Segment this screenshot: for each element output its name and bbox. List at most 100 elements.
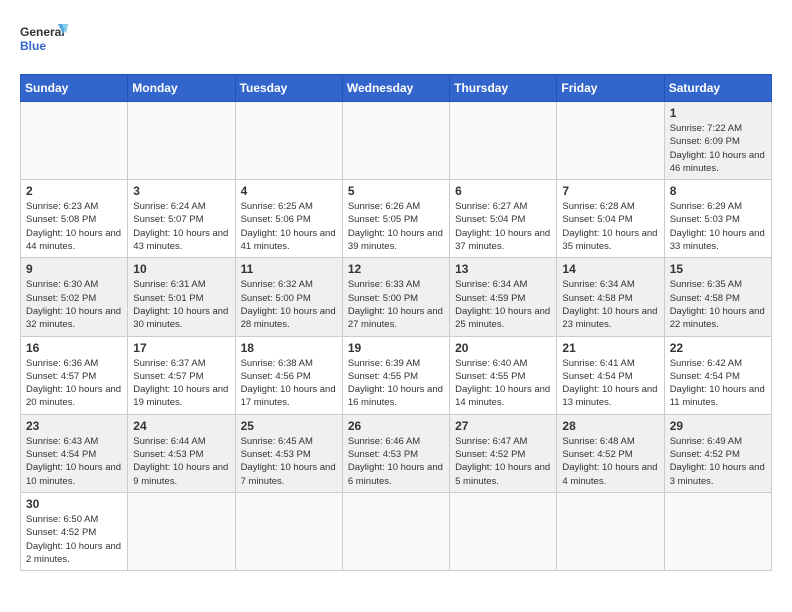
generalblue-logo-icon: General Blue bbox=[20, 20, 70, 64]
day-number: 19 bbox=[348, 341, 444, 355]
weekday-header-row: SundayMondayTuesdayWednesdayThursdayFrid… bbox=[21, 75, 772, 102]
day-number: 15 bbox=[670, 262, 766, 276]
calendar-cell bbox=[450, 492, 557, 570]
day-info: Sunrise: 6:32 AM Sunset: 5:00 PM Dayligh… bbox=[241, 278, 337, 331]
day-number: 28 bbox=[562, 419, 658, 433]
calendar-cell: 27 Sunrise: 6:47 AM Sunset: 4:52 PM Dayli… bbox=[450, 414, 557, 492]
weekday-header-monday: Monday bbox=[128, 75, 235, 102]
calendar-cell: 6 Sunrise: 6:27 AM Sunset: 5:04 PM Daylig… bbox=[450, 180, 557, 258]
calendar-cell bbox=[128, 492, 235, 570]
day-info: Sunrise: 6:23 AM Sunset: 5:08 PM Dayligh… bbox=[26, 200, 122, 253]
day-info: Sunrise: 6:48 AM Sunset: 4:52 PM Dayligh… bbox=[562, 435, 658, 488]
calendar-week-row: 16 Sunrise: 6:36 AM Sunset: 4:57 PM Dayli… bbox=[21, 336, 772, 414]
day-info: Sunrise: 6:42 AM Sunset: 4:54 PM Dayligh… bbox=[670, 357, 766, 410]
calendar-cell: 9Sunrise: 6:30 AM Sunset: 5:02 PM Daylig… bbox=[21, 258, 128, 336]
calendar-cell: 20Sunrise: 6:40 AM Sunset: 4:55 PM Dayli… bbox=[450, 336, 557, 414]
day-info: Sunrise: 6:45 AM Sunset: 4:53 PM Dayligh… bbox=[241, 435, 337, 488]
day-number: 6 bbox=[455, 184, 551, 198]
calendar-cell: 5 Sunrise: 6:26 AM Sunset: 5:05 PM Daylig… bbox=[342, 180, 449, 258]
calendar-week-row: 23 Sunrise: 6:43 AM Sunset: 4:54 PM Dayli… bbox=[21, 414, 772, 492]
weekday-header-sunday: Sunday bbox=[21, 75, 128, 102]
day-info: Sunrise: 6:31 AM Sunset: 5:01 PM Dayligh… bbox=[133, 278, 229, 331]
day-number: 16 bbox=[26, 341, 122, 355]
calendar-cell: 16 Sunrise: 6:36 AM Sunset: 4:57 PM Dayli… bbox=[21, 336, 128, 414]
header: General Blue bbox=[20, 20, 772, 64]
day-info: Sunrise: 6:43 AM Sunset: 4:54 PM Dayligh… bbox=[26, 435, 122, 488]
day-info: Sunrise: 6:36 AM Sunset: 4:57 PM Dayligh… bbox=[26, 357, 122, 410]
weekday-header-tuesday: Tuesday bbox=[235, 75, 342, 102]
calendar-cell: 21 Sunrise: 6:41 AM Sunset: 4:54 PM Dayli… bbox=[557, 336, 664, 414]
weekday-header-thursday: Thursday bbox=[450, 75, 557, 102]
day-info: Sunrise: 7:22 AM Sunset: 6:09 PM Dayligh… bbox=[670, 122, 766, 175]
day-number: 7 bbox=[562, 184, 658, 198]
calendar-week-row: 2 Sunrise: 6:23 AM Sunset: 5:08 PM Daylig… bbox=[21, 180, 772, 258]
calendar-cell: 11Sunrise: 6:32 AM Sunset: 5:00 PM Dayli… bbox=[235, 258, 342, 336]
day-number: 1 bbox=[670, 106, 766, 120]
day-info: Sunrise: 6:24 AM Sunset: 5:07 PM Dayligh… bbox=[133, 200, 229, 253]
calendar-week-row: 30Sunrise: 6:50 AM Sunset: 4:52 PM Dayli… bbox=[21, 492, 772, 570]
day-info: Sunrise: 6:35 AM Sunset: 4:58 PM Dayligh… bbox=[670, 278, 766, 331]
calendar-week-row: 1 Sunrise: 7:22 AM Sunset: 6:09 PM Daylig… bbox=[21, 102, 772, 180]
day-number: 2 bbox=[26, 184, 122, 198]
day-number: 14 bbox=[562, 262, 658, 276]
day-info: Sunrise: 6:26 AM Sunset: 5:05 PM Dayligh… bbox=[348, 200, 444, 253]
day-info: Sunrise: 6:34 AM Sunset: 4:58 PM Dayligh… bbox=[562, 278, 658, 331]
day-number: 26 bbox=[348, 419, 444, 433]
day-number: 25 bbox=[241, 419, 337, 433]
calendar-cell: 17 Sunrise: 6:37 AM Sunset: 4:57 PM Dayli… bbox=[128, 336, 235, 414]
day-number: 29 bbox=[670, 419, 766, 433]
calendar-cell: 29Sunrise: 6:49 AM Sunset: 4:52 PM Dayli… bbox=[664, 414, 771, 492]
day-info: Sunrise: 6:39 AM Sunset: 4:55 PM Dayligh… bbox=[348, 357, 444, 410]
calendar-cell: 28 Sunrise: 6:48 AM Sunset: 4:52 PM Dayli… bbox=[557, 414, 664, 492]
calendar-cell: 8 Sunrise: 6:29 AM Sunset: 5:03 PM Daylig… bbox=[664, 180, 771, 258]
calendar-cell: 2 Sunrise: 6:23 AM Sunset: 5:08 PM Daylig… bbox=[21, 180, 128, 258]
day-number: 3 bbox=[133, 184, 229, 198]
day-info: Sunrise: 6:27 AM Sunset: 5:04 PM Dayligh… bbox=[455, 200, 551, 253]
day-info: Sunrise: 6:46 AM Sunset: 4:53 PM Dayligh… bbox=[348, 435, 444, 488]
weekday-header-friday: Friday bbox=[557, 75, 664, 102]
calendar-cell: 12 Sunrise: 6:33 AM Sunset: 5:00 PM Dayli… bbox=[342, 258, 449, 336]
day-number: 5 bbox=[348, 184, 444, 198]
day-info: Sunrise: 6:41 AM Sunset: 4:54 PM Dayligh… bbox=[562, 357, 658, 410]
svg-text:Blue: Blue bbox=[20, 39, 46, 53]
day-number: 21 bbox=[562, 341, 658, 355]
day-number: 23 bbox=[26, 419, 122, 433]
day-info: Sunrise: 6:37 AM Sunset: 4:57 PM Dayligh… bbox=[133, 357, 229, 410]
day-number: 27 bbox=[455, 419, 551, 433]
calendar-cell bbox=[342, 492, 449, 570]
day-info: Sunrise: 6:50 AM Sunset: 4:52 PM Dayligh… bbox=[26, 513, 122, 566]
logo: General Blue bbox=[20, 20, 70, 64]
day-number: 4 bbox=[241, 184, 337, 198]
day-info: Sunrise: 6:29 AM Sunset: 5:03 PM Dayligh… bbox=[670, 200, 766, 253]
calendar-cell: 1 Sunrise: 7:22 AM Sunset: 6:09 PM Daylig… bbox=[664, 102, 771, 180]
calendar-cell: 23 Sunrise: 6:43 AM Sunset: 4:54 PM Dayli… bbox=[21, 414, 128, 492]
calendar-cell: 25 Sunrise: 6:45 AM Sunset: 4:53 PM Dayli… bbox=[235, 414, 342, 492]
day-info: Sunrise: 6:30 AM Sunset: 5:02 PM Dayligh… bbox=[26, 278, 122, 331]
calendar-cell bbox=[235, 102, 342, 180]
day-number: 13 bbox=[455, 262, 551, 276]
calendar-cell: 4 Sunrise: 6:25 AM Sunset: 5:06 PM Daylig… bbox=[235, 180, 342, 258]
day-number: 12 bbox=[348, 262, 444, 276]
calendar-cell bbox=[557, 102, 664, 180]
calendar-cell: 7Sunrise: 6:28 AM Sunset: 5:04 PM Daylig… bbox=[557, 180, 664, 258]
calendar-week-row: 9Sunrise: 6:30 AM Sunset: 5:02 PM Daylig… bbox=[21, 258, 772, 336]
weekday-header-saturday: Saturday bbox=[664, 75, 771, 102]
day-info: Sunrise: 6:33 AM Sunset: 5:00 PM Dayligh… bbox=[348, 278, 444, 331]
calendar-cell bbox=[450, 102, 557, 180]
day-number: 17 bbox=[133, 341, 229, 355]
calendar-cell: 15 Sunrise: 6:35 AM Sunset: 4:58 PM Dayli… bbox=[664, 258, 771, 336]
calendar-cell: 10 Sunrise: 6:31 AM Sunset: 5:01 PM Dayli… bbox=[128, 258, 235, 336]
day-number: 10 bbox=[133, 262, 229, 276]
day-info: Sunrise: 6:38 AM Sunset: 4:56 PM Dayligh… bbox=[241, 357, 337, 410]
calendar-cell: 26 Sunrise: 6:46 AM Sunset: 4:53 PM Dayli… bbox=[342, 414, 449, 492]
day-info: Sunrise: 6:44 AM Sunset: 4:53 PM Dayligh… bbox=[133, 435, 229, 488]
day-info: Sunrise: 6:47 AM Sunset: 4:52 PM Dayligh… bbox=[455, 435, 551, 488]
day-info: Sunrise: 6:25 AM Sunset: 5:06 PM Dayligh… bbox=[241, 200, 337, 253]
calendar-table: SundayMondayTuesdayWednesdayThursdayFrid… bbox=[20, 74, 772, 571]
day-number: 8 bbox=[670, 184, 766, 198]
day-number: 20 bbox=[455, 341, 551, 355]
weekday-header-wednesday: Wednesday bbox=[342, 75, 449, 102]
svg-text:General: General bbox=[20, 25, 65, 39]
calendar-cell: 30Sunrise: 6:50 AM Sunset: 4:52 PM Dayli… bbox=[21, 492, 128, 570]
calendar-cell bbox=[557, 492, 664, 570]
